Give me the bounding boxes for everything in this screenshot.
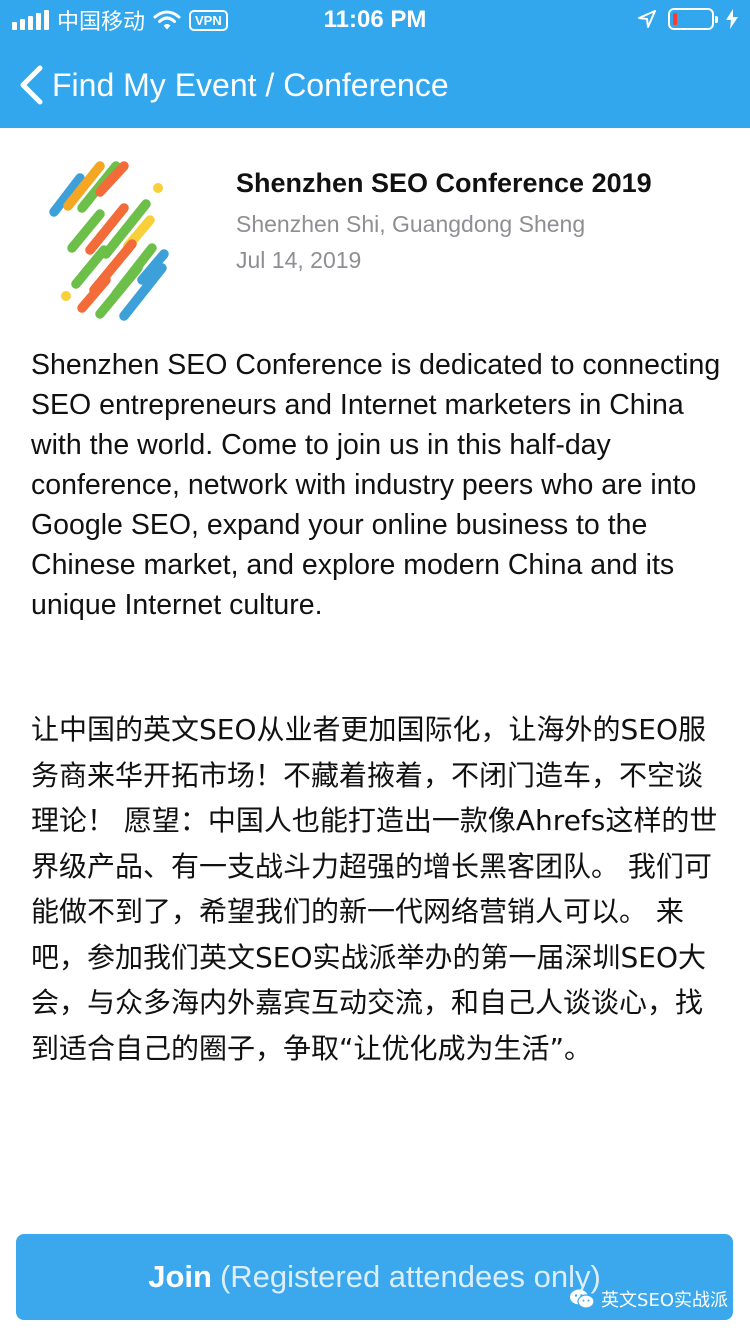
status-right [638, 8, 738, 30]
battery-icon [668, 8, 718, 30]
event-location: Shenzhen Shi, Guangdong Sheng [236, 211, 586, 237]
location-arrow-icon [638, 10, 656, 28]
event-date: Jul 14, 2019 [236, 247, 362, 273]
event-description-en: Shenzhen SEO Conference is dedicated to … [31, 349, 721, 621]
header-bar: 中国移动 VPN 11:06 PM Find My Event / Confer… [0, 0, 750, 128]
battery-level [673, 13, 677, 25]
nav-bar: Find My Event / Conference [0, 52, 750, 118]
join-sublabel: (Registered attendees only) [219, 1259, 601, 1294]
chevron-left-icon[interactable] [16, 64, 46, 106]
event-description-cn: 让中国的英文SEO从业者更加国际化，让海外的SEO服务商来华开拓市场！不藏着掖着… [31, 713, 718, 1065]
join-label: Join [148, 1259, 212, 1294]
watermark-text: 英文SEO实战派 [601, 1290, 728, 1311]
event-logo [49, 161, 169, 321]
watermark: 英文SEO实战派 [569, 1286, 728, 1312]
wechat-icon [570, 1289, 595, 1309]
status-bar: 中国移动 VPN 11:06 PM [0, 0, 750, 40]
charging-bolt-icon [726, 9, 738, 29]
nav-title[interactable]: Find My Event / Conference [52, 66, 449, 104]
event-title: Shenzhen SEO Conference 2019 [236, 168, 652, 198]
